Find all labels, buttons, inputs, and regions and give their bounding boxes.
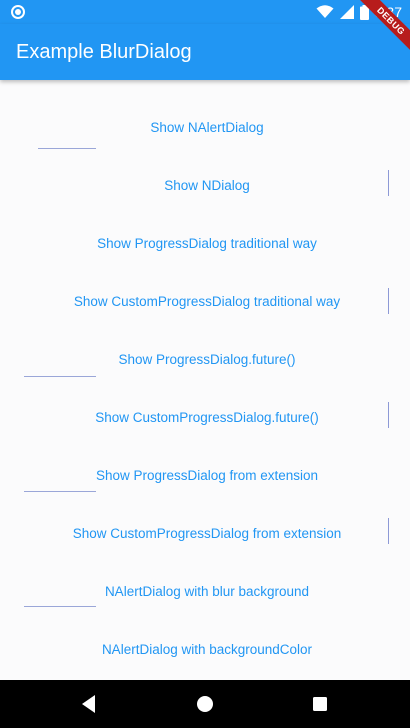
app-title: Example BlurDialog	[16, 41, 192, 63]
divider-line	[24, 606, 96, 607]
show-ndialog-button[interactable]: Show NDialog	[24, 166, 390, 206]
button-label: Show ProgressDialog traditional way	[97, 236, 317, 251]
notification-dot-icon	[11, 5, 25, 19]
show-progress-dialog-extension-button[interactable]: Show ProgressDialog from extension	[24, 456, 390, 496]
button-label: Show ProgressDialog.future()	[118, 352, 296, 367]
wifi-icon	[316, 5, 334, 18]
home-icon[interactable]	[193, 692, 217, 716]
show-custom-progress-dialog-traditional-button[interactable]: Show CustomProgressDialog traditional wa…	[24, 282, 390, 322]
app-screen: 5:37 Example BlurDialog DEBUG Show NAler…	[0, 0, 410, 728]
divider-line	[388, 170, 389, 196]
button-label: NAlertDialog with backgroundColor	[101, 642, 313, 657]
button-list: Show NAlertDialog Show NDialog Show Prog…	[0, 80, 410, 680]
back-icon[interactable]	[78, 692, 102, 716]
button-label: Show CustomProgressDialog traditional wa…	[73, 294, 341, 309]
show-custom-progress-dialog-extension-button[interactable]: Show CustomProgressDialog from extension	[24, 514, 390, 554]
divider-line	[38, 148, 96, 149]
show-progress-dialog-traditional-button[interactable]: Show ProgressDialog traditional way	[24, 224, 390, 264]
nalert-dialog-background-color-button[interactable]: NAlertDialog with backgroundColor	[24, 630, 390, 670]
divider-line	[388, 288, 389, 314]
navigation-bar	[0, 680, 410, 728]
show-nalert-dialog-button[interactable]: Show NAlertDialog	[24, 108, 390, 148]
debug-banner-clip: DEBUG	[350, 0, 410, 60]
button-label: Show NAlertDialog	[150, 120, 264, 135]
divider-line	[24, 491, 96, 492]
button-label: Show NDialog	[164, 178, 250, 193]
button-label: NAlertDialog with blur background	[104, 584, 310, 599]
button-label: Show ProgressDialog from extension	[95, 468, 319, 483]
divider-line	[24, 376, 96, 377]
button-label: Show CustomProgressDialog.future()	[95, 410, 319, 425]
app-bar: Example BlurDialog	[0, 24, 410, 80]
recents-icon[interactable]	[308, 692, 332, 716]
divider-line	[388, 518, 389, 544]
button-label: Show CustomProgressDialog from extension	[72, 526, 342, 541]
status-bar: 5:37	[0, 0, 410, 24]
show-custom-progress-dialog-future-button[interactable]: Show CustomProgressDialog.future()	[24, 398, 390, 438]
divider-line	[388, 402, 389, 428]
debug-banner: DEBUG	[354, 0, 410, 58]
show-progress-dialog-future-button[interactable]: Show ProgressDialog.future()	[24, 340, 390, 380]
